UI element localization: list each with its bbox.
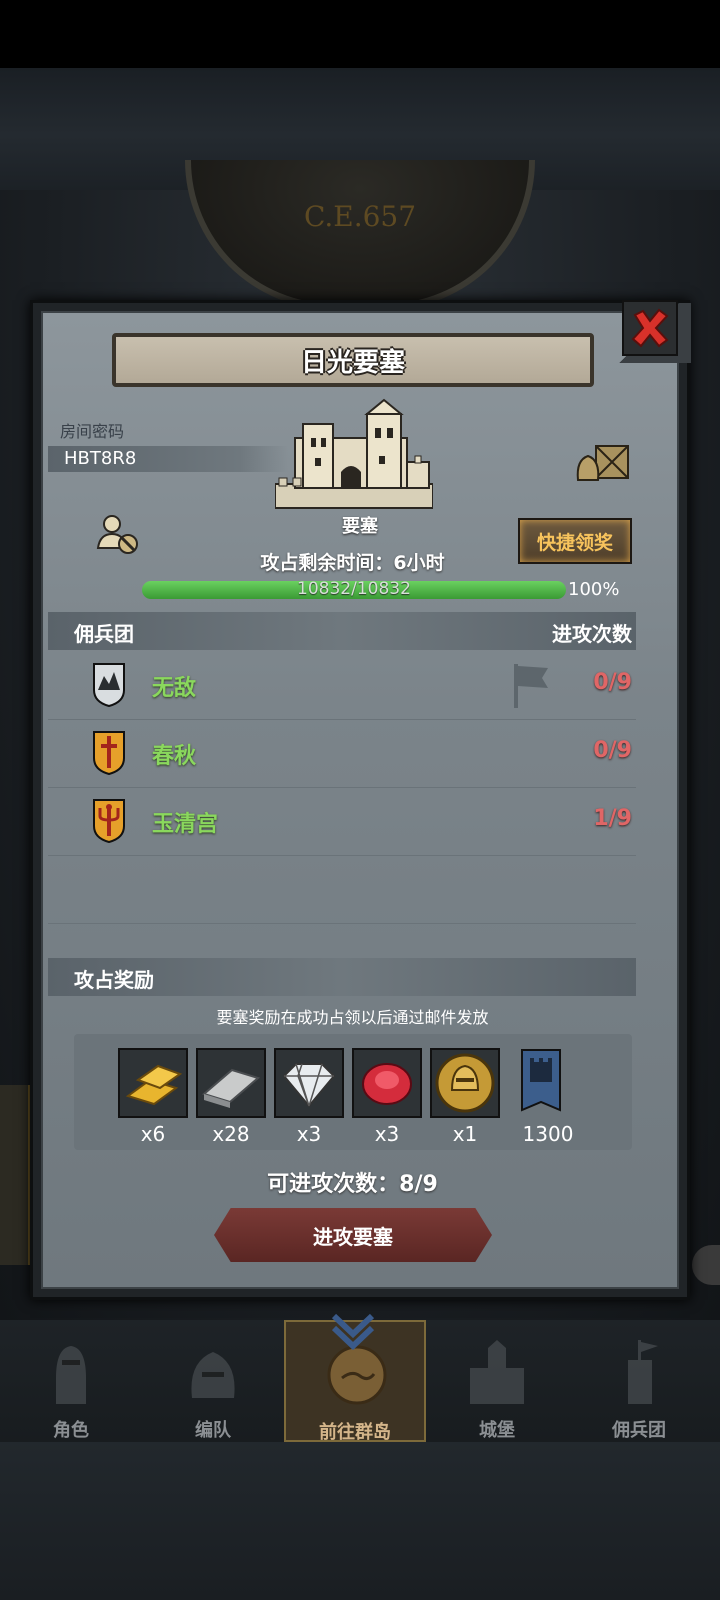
progress-text: 10832/10832: [297, 579, 411, 599]
room-code: HBT8R8: [64, 448, 137, 469]
reward-qty: x3: [296, 1122, 322, 1146]
reward-item[interactable]: [508, 1048, 578, 1118]
mountain-shield-icon: [93, 663, 125, 708]
attack-count: 可进攻次数：8/9: [267, 1172, 438, 1197]
empty-row: [48, 856, 636, 924]
mercenary-row[interactable]: 玉清宫 1/9: [48, 788, 636, 856]
close-button[interactable]: [622, 300, 678, 356]
chevron-down-icon: [331, 1313, 375, 1350]
castle-icon: [275, 398, 433, 509]
gold-bars-icon: [125, 1064, 183, 1106]
nav-label: 前往群岛: [319, 1422, 391, 1443]
tower-flag-icon: [628, 1340, 658, 1404]
progress-percent: 100%: [568, 579, 620, 600]
close-icon: [631, 308, 669, 348]
room-password-label: 房间密码: [60, 422, 125, 441]
helmet-icon: [191, 1352, 235, 1398]
diamond-icon: [282, 1063, 336, 1108]
mercenary-attack-count: 1/9: [593, 806, 632, 831]
nav-label: 编队: [195, 1420, 231, 1441]
nav-label: 佣兵团: [612, 1420, 666, 1441]
reward-qty: 1300: [522, 1122, 574, 1146]
attack-fortress-label: 进攻要塞: [313, 1224, 393, 1249]
attack-times-header-label: 进攻次数: [552, 622, 632, 646]
ruby-icon: [362, 1063, 412, 1105]
year-label: C.E.657: [303, 200, 417, 233]
reward-qty: x6: [140, 1122, 166, 1146]
flag-icon: [514, 664, 548, 708]
trident-shield-icon: [93, 799, 125, 844]
knight-icon: [56, 1346, 86, 1404]
time-remaining: 攻占剩余时间：6小时: [260, 552, 445, 574]
rewards-header-label: 攻占奖励: [74, 968, 154, 992]
reward-qty: x1: [452, 1122, 478, 1146]
reward-item[interactable]: [352, 1048, 422, 1118]
compass-map-icon: [327, 1345, 387, 1405]
nav-label: 城堡: [479, 1420, 515, 1441]
nav-item-formation[interactable]: 编队: [142, 1320, 284, 1442]
mercenary-name: 玉清宫: [152, 812, 219, 837]
iron-ingot-icon: [201, 1068, 261, 1108]
dialog-title-banner: 日光要塞: [112, 333, 594, 387]
bottom-background: [0, 1440, 720, 1600]
banner-icon: [521, 1049, 561, 1112]
reward-item[interactable]: [196, 1048, 266, 1118]
attack-fortress-button[interactable]: 进攻要塞: [214, 1208, 492, 1262]
sword-shield-icon: [93, 731, 125, 776]
status-bar: [0, 0, 720, 68]
nav-item-character[interactable]: 角色: [0, 1320, 142, 1442]
dialog-title: 日光要塞: [300, 347, 405, 378]
reward-qty: x28: [212, 1122, 250, 1146]
castle-nav-icon: [470, 1340, 524, 1404]
mercenary-attack-count: 0/9: [593, 738, 632, 763]
mercenary-row[interactable]: 春秋 0/9: [48, 720, 636, 788]
reward-item[interactable]: [430, 1048, 500, 1118]
reward-note: 要塞奖励在成功占领以后通过邮件发放: [216, 1008, 489, 1027]
mercenary-header-label: 佣兵团: [74, 622, 134, 646]
mercenary-attack-count: 0/9: [593, 670, 632, 695]
mercenary-name: 无敌: [152, 676, 197, 701]
nav-label: 角色: [53, 1420, 89, 1441]
reward-item[interactable]: [118, 1048, 188, 1118]
helmet-coin-icon: [435, 1053, 495, 1113]
nav-item-castle[interactable]: 城堡: [426, 1320, 568, 1442]
reward-item[interactable]: [274, 1048, 344, 1118]
reward-qty: x3: [374, 1122, 400, 1146]
nav-item-mercenary[interactable]: 佣兵团: [568, 1320, 710, 1442]
supply-bag-icon[interactable]: [574, 440, 632, 482]
mercenary-name: 春秋: [152, 744, 197, 769]
